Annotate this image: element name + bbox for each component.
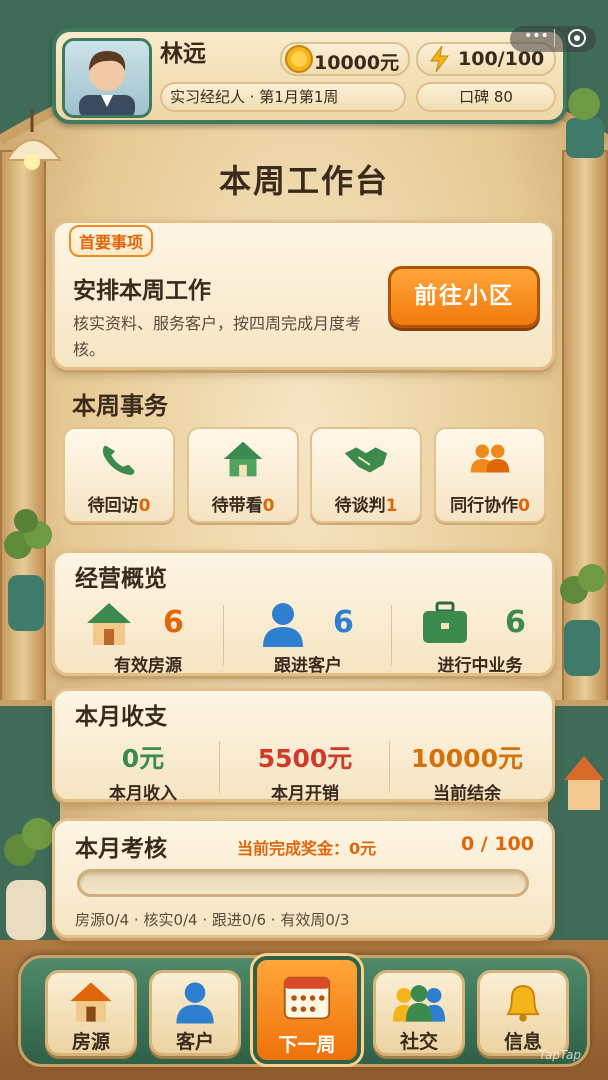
- finance-balance: 10000元 当前结余: [387, 739, 547, 804]
- record-icon[interactable]: [568, 29, 586, 47]
- assessment-panel: 本月考核 当前完成奖金：0元 0 / 100 房源0/4 · 核实0/4 · 跟…: [52, 818, 555, 938]
- nav-listings[interactable]: 房源: [45, 970, 137, 1056]
- house-icon: [87, 603, 131, 645]
- role-status: 实习经纪人 · 第1月第1周: [160, 82, 406, 112]
- handshake-icon: [344, 447, 388, 473]
- score-text: 0 / 100: [460, 833, 534, 855]
- nav-next-week[interactable]: 下一周: [253, 956, 361, 1064]
- nav-info[interactable]: 信息: [477, 970, 569, 1056]
- lightning-icon: [430, 45, 449, 73]
- plant-icon: [4, 509, 52, 631]
- plant-icon: [560, 564, 606, 676]
- group-icon: [392, 985, 446, 1022]
- finance-value: 10000元: [411, 744, 523, 773]
- overview-value: 6: [333, 605, 354, 640]
- assessment-progress-bar: [77, 869, 529, 897]
- priority-tag: 首要事项: [69, 225, 154, 257]
- mini-program-menu[interactable]: •••: [510, 26, 596, 52]
- assessment-heading: 本月考核: [75, 836, 167, 862]
- priority-heading: 安排本周工作: [73, 278, 211, 304]
- people-icon: [470, 444, 510, 473]
- finance-expense: 5500元 本月开销: [225, 739, 385, 804]
- task-count: 1: [385, 496, 398, 516]
- finance-label: 当前结余: [433, 784, 501, 804]
- coin-counter: 10000元: [280, 42, 410, 76]
- overview-panel: 经营概览 6 有效房源 6 跟进客户 6 进行中业务: [52, 550, 555, 676]
- task-viewing[interactable]: 待带看0: [187, 427, 299, 523]
- coin-amount: 10000元: [314, 52, 400, 74]
- priority-description: 核实资料、服务客户，按四周完成月度考核。: [73, 314, 362, 359]
- nav-label: 社交: [399, 1031, 438, 1053]
- task-count: 0: [262, 496, 275, 516]
- task-count: 0: [518, 496, 530, 516]
- overview-value: 6: [163, 605, 184, 640]
- player-header: 林远 实习经纪人 · 第1月第1周 10000元 100/100 口碑 80: [52, 28, 567, 124]
- player-name: 林远: [160, 41, 206, 67]
- weekly-tasks-heading: 本周事务: [72, 392, 168, 420]
- task-callback[interactable]: 待回访0: [63, 427, 175, 523]
- bonus-text: 当前完成奖金：0元: [237, 839, 377, 858]
- nav-social[interactable]: 社交: [373, 970, 465, 1056]
- watermark: TapTap: [538, 1048, 581, 1062]
- page-title: 本周工作台: [218, 162, 389, 200]
- overview-label: 进行中业务: [437, 656, 523, 676]
- reputation: 口碑 80: [416, 82, 556, 112]
- briefcase-icon: [423, 601, 467, 643]
- nav-label: 下一周: [278, 1034, 336, 1056]
- overview-label: 有效房源: [114, 656, 182, 676]
- avatar[interactable]: [62, 38, 152, 118]
- plant-icon: [4, 818, 54, 940]
- finance-income: 0元 本月收入: [63, 739, 223, 804]
- task-label: 待谈判1: [334, 496, 398, 516]
- go-community-button[interactable]: 前往小区: [388, 266, 540, 328]
- priority-panel: 首要事项 安排本周工作 核实资料、服务客户，按四周完成月度考核。 前往小区: [52, 220, 555, 370]
- finance-value: 5500元: [257, 744, 353, 773]
- task-label: 待回访0: [87, 496, 151, 516]
- bottom-nav: 房源 客户 下一周 社交 信息 TapTap: [18, 955, 590, 1067]
- finance-panel: 本月收支 0元 本月收入 5500元 本月开销 10000元 当前结余: [52, 688, 555, 804]
- house-icon: [223, 441, 263, 477]
- overview-listings[interactable]: 6 有效房源: [73, 599, 223, 676]
- house-model-icon: [564, 756, 604, 810]
- criteria-text: 房源0/4 · 核实0/4 · 跟进0/6 · 有效周0/3: [75, 911, 350, 929]
- calendar-icon: [283, 976, 331, 1020]
- more-icon[interactable]: •••: [524, 28, 549, 44]
- person-icon: [263, 603, 303, 647]
- task-label: 同行协作0: [450, 496, 530, 516]
- person-icon: [176, 982, 214, 1024]
- overview-heading: 经营概览: [75, 566, 167, 592]
- nav-clients[interactable]: 客户: [149, 970, 241, 1056]
- finance-label: 本月开销: [271, 784, 339, 804]
- finance-heading: 本月收支: [75, 704, 167, 730]
- task-label: 待带看0: [211, 496, 275, 516]
- task-collab[interactable]: 同行协作0: [434, 427, 546, 523]
- finance-label: 本月收入: [109, 784, 177, 804]
- finance-value: 0元: [121, 744, 165, 773]
- task-negotiation[interactable]: 待谈判1: [310, 427, 422, 523]
- phone-icon: [102, 445, 135, 475]
- overview-clients[interactable]: 6 跟进客户: [233, 599, 383, 676]
- overview-deals[interactable]: 6 进行中业务: [405, 599, 555, 676]
- coin-icon: [285, 45, 313, 73]
- nav-label: 房源: [71, 1031, 110, 1053]
- nav-label: 客户: [175, 1031, 214, 1053]
- house-icon: [70, 982, 112, 1022]
- overview-value: 6: [505, 605, 526, 640]
- task-count: 0: [138, 496, 151, 516]
- bell-icon: [506, 985, 540, 1022]
- overview-label: 跟进客户: [274, 656, 342, 676]
